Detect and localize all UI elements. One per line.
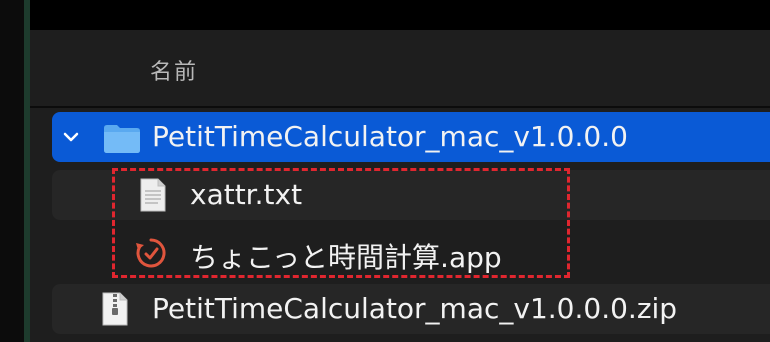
zip-archive-icon	[102, 292, 128, 326]
toolbar-area	[30, 0, 770, 30]
file-name-xattr: xattr.txt	[190, 178, 303, 211]
chevron-down-icon[interactable]	[62, 128, 80, 146]
file-name-app: ちょこっと時間計算.app	[190, 241, 502, 274]
list-item-folder[interactable]: PetitTimeCalculator_mac_v1.0.0.0	[52, 112, 770, 162]
window-left-edge	[0, 0, 24, 342]
clock-app-icon	[136, 238, 166, 268]
folder-icon	[104, 125, 140, 153]
folder-name: PetitTimeCalculator_mac_v1.0.0.0	[152, 120, 628, 153]
list-item-app[interactable]: ちょこっと時間計算.app	[52, 228, 770, 278]
list-item-zip[interactable]: PetitTimeCalculator_mac_v1.0.0.0.zip	[52, 284, 770, 334]
text-document-icon	[140, 178, 166, 212]
list-item-xattr[interactable]: xattr.txt	[52, 170, 770, 220]
column-header: 名前	[30, 30, 770, 108]
file-list: PetitTimeCalculator_mac_v1.0.0.0 xattr.t…	[30, 108, 770, 342]
file-name-zip: PetitTimeCalculator_mac_v1.0.0.0.zip	[152, 292, 678, 325]
finder-window: 名前 PetitTimeCalculator_mac_v1.0.0.0 xatt…	[0, 0, 770, 342]
name-column-header[interactable]: 名前	[150, 54, 198, 86]
